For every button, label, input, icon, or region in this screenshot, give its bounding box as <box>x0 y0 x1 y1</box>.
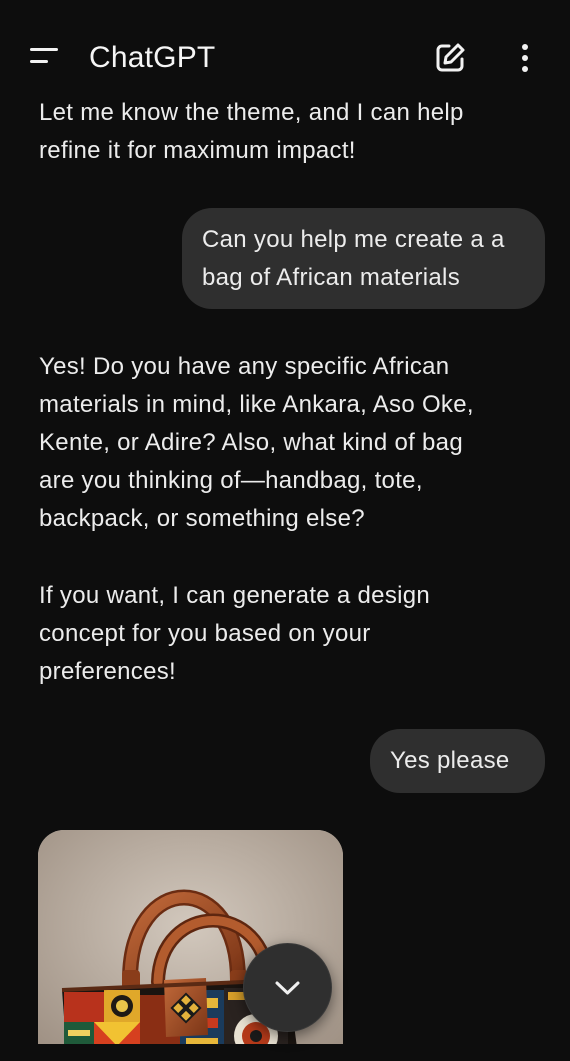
message-line: preferences! <box>39 658 177 685</box>
more-vertical-icon[interactable] <box>506 38 546 78</box>
assistant-message: Let me know the theme, and I can help re… <box>39 94 529 170</box>
message-line: Yes! Do you have any specific African <box>39 353 450 380</box>
menu-icon[interactable] <box>24 38 64 78</box>
message-line: bag of African materials <box>202 264 460 291</box>
message-line: are you thinking of—handbag, tote, <box>39 467 423 494</box>
app-title: ChatGPT <box>89 41 216 74</box>
message-line: refine it for maximum impact! <box>39 137 356 164</box>
user-message-bubble[interactable]: Yes please <box>370 729 545 793</box>
scroll-to-bottom-button[interactable] <box>243 943 332 1032</box>
message-line: Can you help me create a a <box>202 226 505 253</box>
chevron-down-icon <box>275 981 300 995</box>
chat-thread[interactable]: Let me know the theme, and I can help re… <box>0 0 570 1061</box>
message-line: Kente, or Adire? Also, what kind of bag <box>39 429 463 456</box>
message-line: backpack, or something else? <box>39 505 365 532</box>
message-line: materials in mind, like Ankara, Aso Oke, <box>39 391 474 418</box>
user-message-bubble[interactable]: Can you help me create a a bag of Africa… <box>182 208 545 309</box>
message-line: concept for you based on your <box>39 620 371 647</box>
assistant-message: Yes! Do you have any specific African ma… <box>39 348 529 538</box>
bottom-edge <box>0 1044 570 1061</box>
assistant-message: If you want, I can generate a design con… <box>39 577 529 691</box>
app-header: ChatGPT <box>0 0 570 100</box>
chat-screen: Let me know the theme, and I can help re… <box>0 0 570 1061</box>
compose-icon[interactable] <box>430 38 470 78</box>
message-line: If you want, I can generate a design <box>39 582 431 609</box>
message-text: Yes please <box>390 747 510 774</box>
